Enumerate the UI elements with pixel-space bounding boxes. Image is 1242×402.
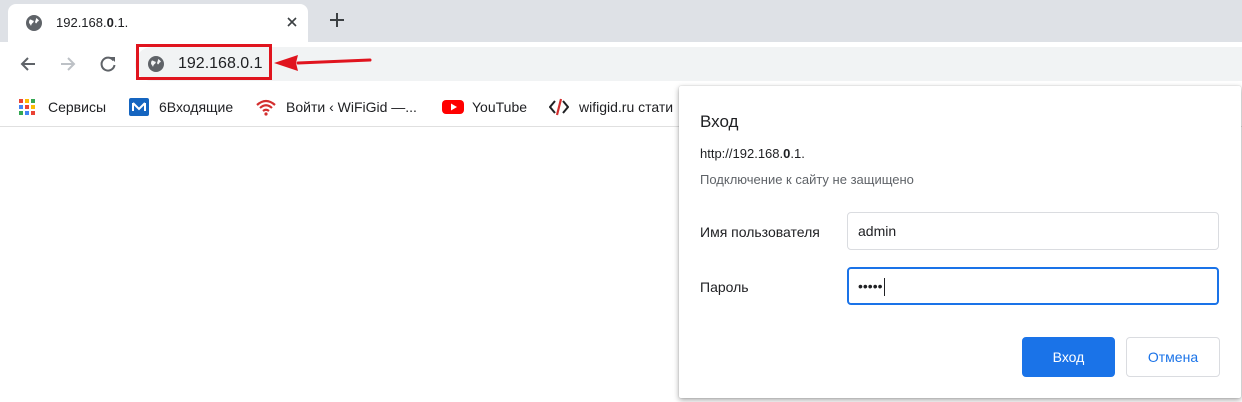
bookmark-label: Войти ‹ WiFiGid —... — [286, 99, 417, 115]
username-label: Имя пользователя — [700, 224, 820, 240]
bookmark-label: wifigid.ru стати — [579, 99, 674, 115]
wifigid-icon — [549, 98, 569, 116]
dialog-url: http://192.168.0.1. — [700, 146, 805, 161]
red-arrow-annotation — [274, 55, 372, 71]
forward-icon[interactable] — [58, 54, 78, 74]
browser-tab[interactable]: 192.168.0.1. — [8, 4, 308, 42]
tab-title: 192.168.0.1. — [56, 15, 129, 30]
cancel-button[interactable]: Отмена — [1126, 337, 1220, 377]
sign-in-dialog: Вход http://192.168.0.1. Подключение к с… — [679, 86, 1241, 398]
youtube-icon — [442, 100, 464, 114]
address-highlight-box — [136, 44, 272, 80]
reload-icon[interactable] — [98, 54, 118, 74]
dialog-title: Вход — [700, 112, 739, 131]
back-icon[interactable] — [18, 54, 38, 74]
bookmark-label: Сервисы — [48, 99, 107, 115]
bookmark-label: 6Входящие — [159, 99, 234, 115]
tab-strip: 192.168.0.1. — [0, 0, 1242, 42]
login-button[interactable]: Вход — [1022, 337, 1115, 377]
new-tab-icon[interactable] — [328, 11, 346, 29]
bookmark-label: YouTube — [472, 99, 528, 115]
globe-icon — [26, 15, 42, 31]
password-field[interactable]: ••••• — [847, 267, 1219, 305]
username-field[interactable]: admin — [847, 212, 1219, 250]
mail-icon — [129, 98, 149, 116]
wifi-icon — [256, 99, 276, 116]
text-caret — [883, 278, 885, 297]
close-icon[interactable] — [284, 14, 300, 30]
apps-grid-icon — [19, 99, 35, 115]
connection-warning: Подключение к сайту не защищено — [700, 172, 914, 187]
password-label: Пароль — [700, 279, 749, 295]
